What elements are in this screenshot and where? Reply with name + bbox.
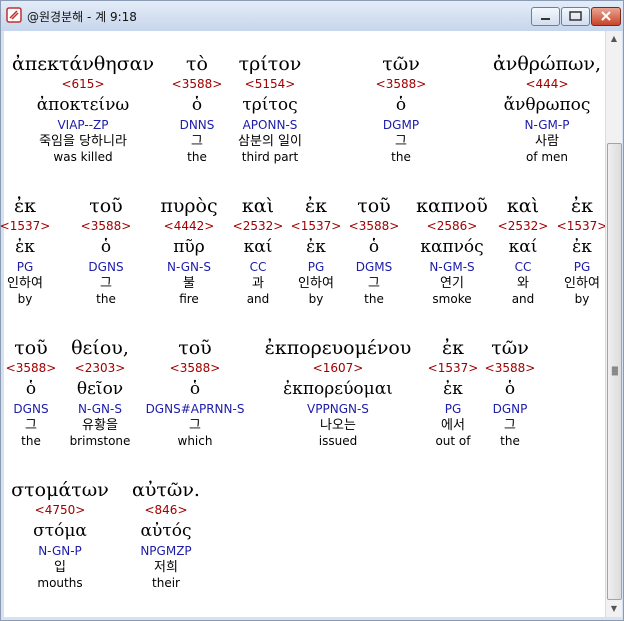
title-bar[interactable]: @원경분해 - 계 9:18 [1,1,623,31]
greek-text: ἀνθρώπων, [492,53,602,75]
strong-text: <444> [525,77,569,91]
lemma-text: ὁ [504,379,516,399]
scroll-thumb[interactable]: ▬ ▬ ▬ [607,143,622,600]
lemma-text: ὁ [395,95,407,115]
vertical-scrollbar[interactable]: ▲ ▬ ▬ ▬ ▼ [605,31,622,617]
lemma-text: ἄνθρωπος [503,95,591,115]
word-block[interactable]: τῶν <3588> ὁ DGMP 그 the [321,51,481,165]
word-block[interactable]: τοῦ <3588> ὁ DGNS#APRNN-S 그 which [115,335,275,449]
parse-text: DGMP [382,118,420,132]
maximize-icon [569,11,582,21]
app-window: @원경분해 - 계 9:18 ἀπεκτάνθησαν <615> ἀποκτείν… [0,0,624,621]
english-text: the [500,434,520,448]
english-text: of men [525,150,569,164]
english-text: the [391,150,411,164]
lemma-text: ὁ [189,379,201,399]
scroll-up-arrow-icon[interactable]: ▲ [606,31,622,47]
word-block[interactable]: ἀνθρώπων, <444> ἄνθρωπος N-GM-P 사람 of men [467,51,624,165]
maximize-button[interactable] [561,7,590,26]
korean-text: 그 [504,418,516,433]
greek-text: τοῦ [178,337,212,359]
korean-text: 사람 [535,134,559,149]
greek-text: τῶν [382,53,420,75]
strong-text: <3588> [484,361,536,375]
greek-text: τῶν [491,337,529,359]
strong-text: <3588> [375,77,427,91]
korean-text: 그 [189,418,201,433]
strong-text: <3588> [169,361,221,375]
close-button[interactable] [591,7,621,26]
parse-text: DGNP [492,402,528,416]
minimize-icon [541,18,550,20]
minimize-button[interactable] [531,7,560,26]
korean-text: 그 [395,134,407,149]
scroll-grip-icon: ▬ ▬ ▬ [611,363,619,378]
lemma-text: αὐτός [140,521,192,541]
word-block[interactable]: αὐτῶν. <846> αὐτός NPGMZP 저희 their [86,477,246,591]
parse-text: N-GM-P [524,118,570,132]
english-text: which [177,434,213,448]
close-icon [601,11,611,21]
scroll-down-arrow-icon[interactable]: ▼ [606,601,622,617]
strong-text: <846> [144,503,188,517]
word-block[interactable]: τῶν <3588> ὁ DGNP 그 the [430,335,590,449]
greek-text: αὐτῶν. [132,479,200,501]
window-title: @원경분해 - 계 9:18 [27,10,137,24]
parse-text: NPGMZP [140,544,192,558]
korean-text: 저희 [154,560,178,575]
english-text: their [152,576,180,590]
app-icon[interactable] [6,7,22,23]
interlinear-content[interactable]: ἀπεκτάνθησαν <615> ἀποκτείνω VIAP--ZP 죽임을 당하… [0,31,607,617]
parse-text: DGNS#APRNN-S [145,402,245,416]
